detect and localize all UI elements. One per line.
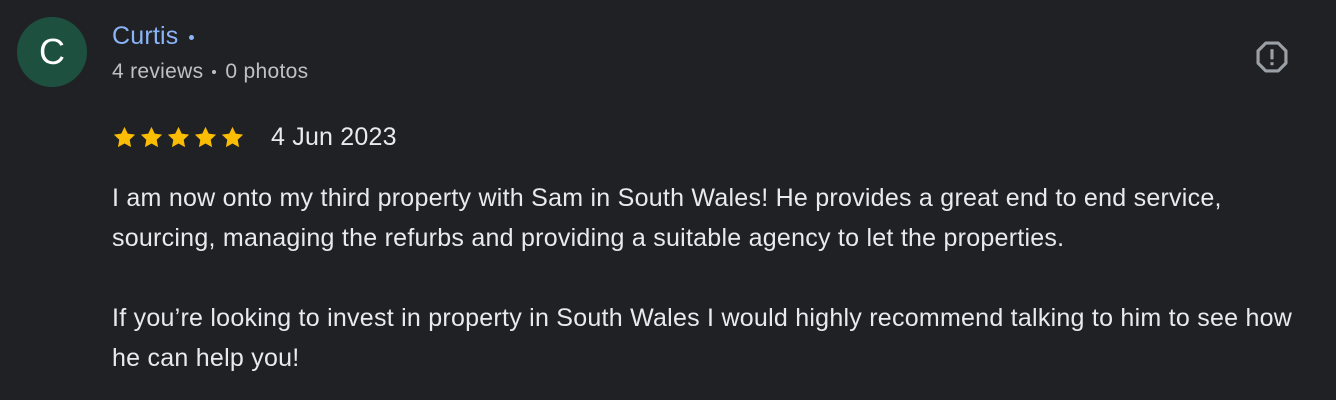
review-text: I am now onto my third property with Sam… — [112, 178, 1322, 378]
review-date: 4 Jun 2023 — [271, 123, 397, 151]
reviewer-meta: 4 reviews 0 photos — [112, 58, 308, 86]
meta-separator-dot — [212, 70, 217, 74]
report-review-button[interactable] — [1252, 37, 1292, 77]
reviewer-name-link[interactable]: Curtis — [112, 20, 178, 52]
photo-count: 0 photos — [225, 60, 309, 83]
star-rating — [112, 125, 245, 150]
star-icon — [140, 126, 163, 147]
name-separator-dot — [189, 34, 195, 40]
star-icon — [113, 126, 136, 147]
reviewer-avatar[interactable]: C — [17, 17, 87, 87]
review-paragraph: If you’re looking to invest in property … — [112, 304, 1293, 372]
report-icon — [1256, 41, 1288, 73]
review-count: 4 reviews — [112, 60, 204, 83]
star-icon — [221, 126, 244, 147]
rating-row: 4 Jun 2023 — [112, 120, 397, 154]
star-icon — [167, 126, 190, 147]
star-icon — [194, 126, 217, 147]
review-paragraph: I am now onto my third property with Sam… — [112, 184, 1222, 252]
reviewer-name-row: Curtis — [112, 20, 195, 52]
